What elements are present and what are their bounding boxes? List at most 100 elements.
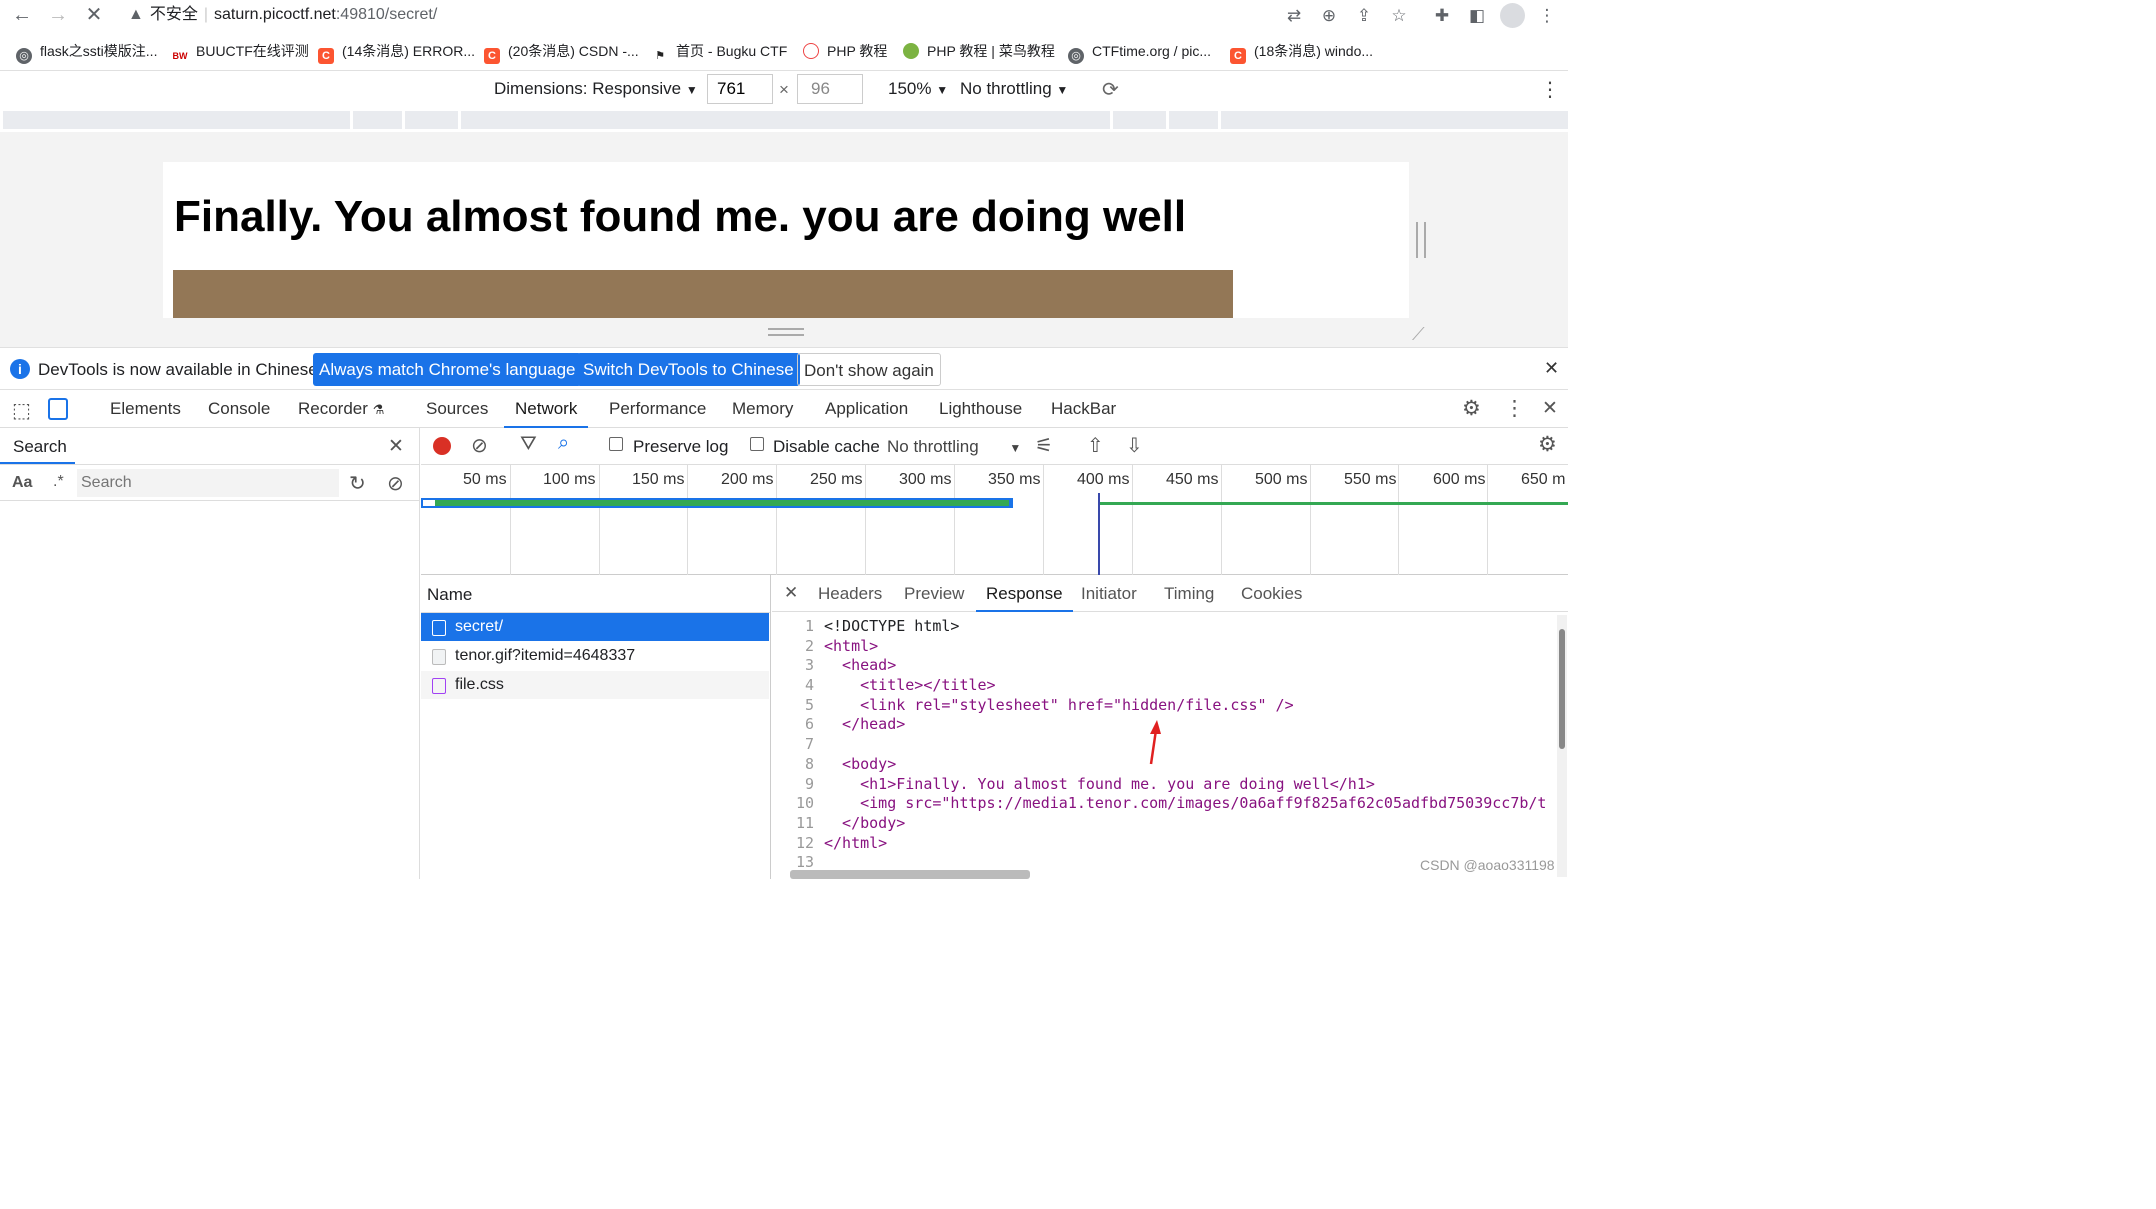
- tab-network[interactable]: Network: [504, 390, 589, 428]
- zoom-select[interactable]: 150% ▼: [888, 79, 948, 99]
- sidepanel-icon[interactable]: ◧: [1464, 3, 1490, 29]
- media-segment[interactable]: [405, 111, 458, 129]
- bookmark-item[interactable]: PHP 教程 | 菜鸟教程: [903, 40, 1055, 62]
- bookmark-item[interactable]: C (20条消息) CSDN -...: [484, 40, 639, 64]
- close-icon[interactable]: ✕: [388, 435, 404, 458]
- media-segment[interactable]: [1169, 111, 1218, 129]
- vertical-scrollbar[interactable]: [1557, 615, 1567, 877]
- forward-icon[interactable]: →: [46, 3, 70, 27]
- request-row[interactable]: file.css: [421, 671, 769, 699]
- clear-icon[interactable]: ⊘: [471, 433, 488, 458]
- record-icon[interactable]: [433, 437, 451, 455]
- tab-preview[interactable]: Preview: [904, 584, 964, 604]
- search-tab[interactable]: Search: [0, 428, 75, 464]
- close-icon[interactable]: ✕: [1544, 358, 1559, 379]
- zoom-icon[interactable]: ⊕: [1316, 3, 1342, 29]
- tab-headers[interactable]: Headers: [818, 584, 882, 604]
- tab-lighthouse[interactable]: Lighthouse: [939, 390, 1022, 428]
- resize-handle-right[interactable]: [1416, 222, 1426, 258]
- device-toggle-icon[interactable]: [48, 398, 68, 420]
- preserve-log-checkbox[interactable]: [609, 437, 623, 451]
- tab-memory[interactable]: Memory: [732, 390, 793, 428]
- search-panel: Search ✕ Aa .* ↻ ⊘: [0, 428, 420, 879]
- settings-icon[interactable]: ⚙: [1462, 396, 1481, 421]
- star-icon[interactable]: ☆: [1386, 3, 1412, 29]
- inspect-icon[interactable]: ⬚: [12, 398, 31, 423]
- clear-icon[interactable]: ⊘: [387, 471, 404, 496]
- bookmark-item[interactable]: ⚑ 首页 - Bugku CTF: [652, 40, 787, 64]
- extensions-icon[interactable]: ✚: [1429, 3, 1455, 29]
- disable-cache-checkbox[interactable]: [750, 437, 764, 451]
- translate-icon[interactable]: ⇄: [1281, 3, 1307, 29]
- tab-application[interactable]: Application: [825, 390, 908, 428]
- tick-label: 350 ms: [988, 471, 1041, 488]
- more-icon[interactable]: ⋮: [1504, 396, 1525, 421]
- share-icon[interactable]: ⇪: [1351, 3, 1377, 29]
- close-icon[interactable]: ✕: [784, 583, 798, 603]
- tab-timing[interactable]: Timing: [1164, 584, 1214, 604]
- bookmark-item[interactable]: C (14条消息) ERROR...: [318, 40, 475, 64]
- rotate-icon[interactable]: ⟳: [1102, 77, 1119, 102]
- search-icon[interactable]: ⌕: [558, 432, 569, 455]
- media-segment[interactable]: [1113, 111, 1166, 129]
- search-toolbar: Aa .* ↻ ⊘: [0, 464, 420, 501]
- close-devtools-icon[interactable]: ✕: [1542, 397, 1558, 420]
- match-case-button[interactable]: Aa: [12, 474, 32, 492]
- bookmark-item[interactable]: ◎ CTFtime.org / pic...: [1068, 40, 1211, 64]
- bookmark-item[interactable]: BW BUUCTF在线评测: [172, 40, 309, 64]
- request-row[interactable]: tenor.gif?itemid=4648337: [421, 642, 769, 670]
- bookmark-item[interactable]: C (18条消息) windo...: [1230, 40, 1373, 64]
- tab-console[interactable]: Console: [208, 390, 270, 428]
- filter-icon[interactable]: ⛛: [520, 433, 537, 456]
- settings-icon[interactable]: ⚙: [1538, 432, 1557, 457]
- tab-initiator[interactable]: Initiator: [1081, 584, 1137, 604]
- throttle-select[interactable]: No throttling ▼: [960, 79, 1068, 99]
- dropdown-arrow-icon: ▼: [936, 83, 949, 97]
- download-icon[interactable]: ⇩: [1126, 433, 1143, 458]
- width-input[interactable]: [707, 74, 773, 104]
- notice-text: DevTools is now available in Chinese!: [38, 360, 323, 379]
- dimensions-select[interactable]: Dimensions: Responsive ▼: [494, 79, 698, 99]
- menu-icon[interactable]: ⋮: [1534, 3, 1560, 29]
- stop-loading-icon[interactable]: ✕: [82, 3, 106, 27]
- csdn-icon: C: [318, 48, 334, 64]
- throttling-select[interactable]: No throttling ▼: [887, 437, 1021, 457]
- upload-icon[interactable]: ⇧: [1087, 433, 1104, 458]
- url-field[interactable]: ▲ 不安全 | saturn.picoctf.net:49810/secret/: [118, 1, 1278, 29]
- avatar[interactable]: [1500, 3, 1525, 28]
- match-language-button[interactable]: Always match Chrome's language: [313, 353, 582, 386]
- tab-performance[interactable]: Performance: [609, 390, 706, 428]
- media-segment[interactable]: [3, 111, 350, 129]
- resize-corner-icon[interactable]: ⟋: [1412, 324, 1425, 345]
- tab-sources[interactable]: Sources: [426, 390, 488, 428]
- tick-label: 500 ms: [1255, 471, 1308, 488]
- search-input[interactable]: [77, 469, 339, 497]
- media-segment[interactable]: [353, 111, 402, 129]
- back-icon[interactable]: ←: [10, 3, 34, 27]
- tab-hackbar[interactable]: HackBar: [1051, 390, 1116, 428]
- tab-elements[interactable]: Elements: [110, 390, 181, 428]
- more-icon[interactable]: ⋮: [1540, 77, 1560, 102]
- request-row[interactable]: secret/: [421, 613, 769, 641]
- media-segment[interactable]: [1221, 111, 1568, 129]
- name-column-header[interactable]: Name: [427, 585, 472, 605]
- php-icon: [803, 43, 819, 59]
- scrollbar-thumb[interactable]: [1559, 629, 1565, 749]
- tab-cookies[interactable]: Cookies: [1241, 584, 1302, 604]
- bookmark-item[interactable]: PHP 教程: [803, 40, 887, 62]
- tab-recorder[interactable]: Recorder ⚗: [298, 390, 384, 428]
- tab-response[interactable]: Response: [976, 575, 1073, 612]
- height-input[interactable]: [797, 74, 863, 104]
- bookmark-item[interactable]: ◎ flask之ssti模版注...: [16, 40, 157, 64]
- network-overview[interactable]: 50 ms 100 ms 150 ms 200 ms 250 ms 300 ms…: [421, 465, 1568, 575]
- network-conditions-icon[interactable]: ⚟: [1035, 433, 1053, 458]
- refresh-icon[interactable]: ↻: [349, 471, 366, 496]
- resize-handle-bottom[interactable]: [768, 328, 804, 336]
- address-bar: ← → ✕ ▲ 不安全 | saturn.picoctf.net:49810/secr…: [0, 0, 1568, 30]
- media-segment[interactable]: [461, 111, 1110, 129]
- switch-chinese-button[interactable]: Switch DevTools to Chinese: [577, 353, 800, 386]
- watermark: CSDN @aoao331198: [1420, 857, 1555, 873]
- regex-button[interactable]: .*: [53, 473, 64, 491]
- horizontal-scrollbar[interactable]: [790, 870, 1030, 879]
- dont-show-button[interactable]: Don't show again: [797, 353, 941, 386]
